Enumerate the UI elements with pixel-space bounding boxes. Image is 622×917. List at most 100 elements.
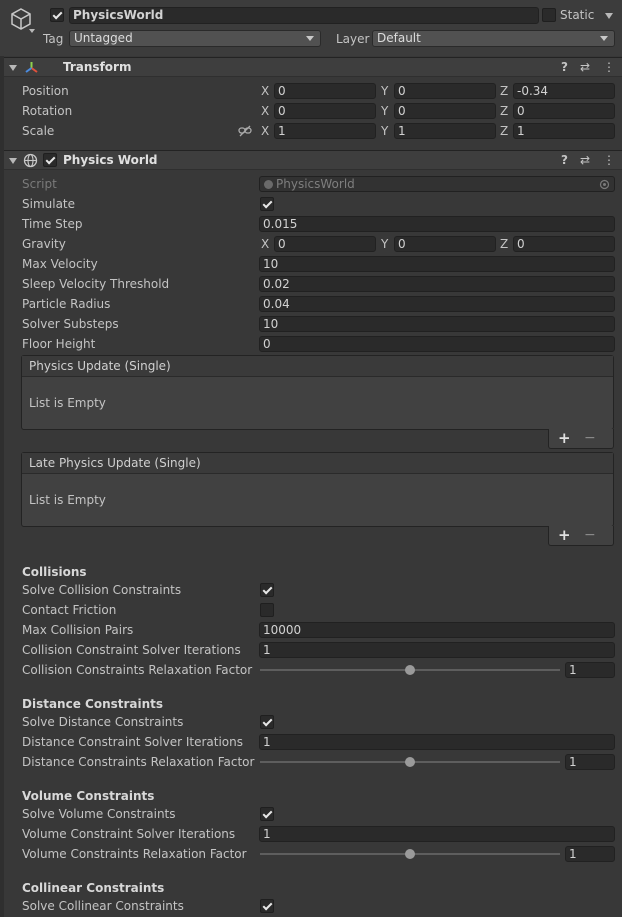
physics-world-header[interactable]: Physics World ? ⇄ ⋮ bbox=[0, 150, 622, 170]
add-button[interactable]: + bbox=[558, 526, 571, 544]
solve-collinear-label: Solve Collinear Constraints bbox=[22, 899, 184, 913]
context-menu-icon[interactable]: ⋮ bbox=[603, 60, 615, 74]
max-collision-pairs-field[interactable]: 10000 bbox=[259, 622, 615, 638]
collision-relaxation-field[interactable]: 1 bbox=[565, 662, 615, 678]
solve-distance-label: Solve Distance Constraints bbox=[22, 715, 184, 729]
component-enabled-toggle[interactable] bbox=[43, 153, 57, 167]
gravity-x-field[interactable]: 0 bbox=[274, 236, 376, 252]
solve-collinear-toggle[interactable] bbox=[260, 899, 274, 913]
event-title: Late Physics Update (Single) bbox=[22, 453, 613, 474]
gravity-y-field[interactable]: 0 bbox=[394, 236, 496, 252]
solve-collisions-toggle[interactable] bbox=[260, 583, 274, 597]
distance-relaxation-field[interactable]: 1 bbox=[565, 754, 615, 770]
static-label: Static bbox=[560, 8, 595, 22]
floor-height-field[interactable]: 0 bbox=[259, 336, 615, 352]
axis-y-label: Y bbox=[381, 84, 389, 98]
volume-section-title: Volume Constraints bbox=[22, 789, 155, 803]
simulate-toggle[interactable] bbox=[260, 197, 274, 211]
simulate-label: Simulate bbox=[22, 197, 76, 211]
distance-iterations-field[interactable]: 1 bbox=[259, 734, 615, 750]
position-y-field[interactable]: 0 bbox=[394, 83, 496, 99]
time-step-label: Time Step bbox=[22, 217, 83, 231]
physics-update-event: Physics Update (Single) List is Empty bbox=[21, 355, 614, 430]
max-collision-pairs-label: Max Collision Pairs bbox=[22, 623, 134, 637]
help-icon[interactable]: ? bbox=[561, 153, 568, 167]
volume-relaxation-thumb[interactable] bbox=[405, 849, 415, 859]
remove-button[interactable]: − bbox=[584, 429, 596, 447]
foldout-arrow-icon[interactable] bbox=[9, 158, 17, 164]
axis-z-label: Z bbox=[500, 124, 509, 138]
rotation-x-field[interactable]: 0 bbox=[274, 103, 376, 119]
add-button[interactable]: + bbox=[558, 429, 571, 447]
gravity-z-field[interactable]: 0 bbox=[513, 236, 615, 252]
solve-collisions-label: Solve Collision Constraints bbox=[22, 583, 182, 597]
physics-world-title: Physics World bbox=[63, 153, 158, 167]
axis-y-label: Y bbox=[381, 237, 389, 251]
gravity-label: Gravity bbox=[22, 237, 66, 251]
layer-dropdown[interactable]: Default bbox=[372, 30, 615, 47]
transform-title: Transform bbox=[63, 60, 132, 74]
particle-radius-field[interactable]: 0.04 bbox=[259, 296, 615, 312]
volume-iterations-label: Volume Constraint Solver Iterations bbox=[22, 827, 236, 841]
time-step-field[interactable]: 0.015 bbox=[259, 216, 615, 232]
context-menu-icon[interactable]: ⋮ bbox=[603, 153, 615, 167]
tag-dropdown[interactable]: Untagged bbox=[69, 30, 321, 47]
axis-z-label: Z bbox=[500, 84, 509, 98]
static-toggle[interactable] bbox=[542, 8, 556, 22]
tag-label: Tag bbox=[43, 32, 64, 46]
collision-iterations-label: Collision Constraint Solver Iterations bbox=[22, 643, 241, 657]
collision-relaxation-thumb[interactable] bbox=[405, 665, 415, 675]
distance-iterations-label: Distance Constraint Solver Iterations bbox=[22, 735, 243, 749]
collision-iterations-field[interactable]: 1 bbox=[259, 642, 615, 658]
layer-label: Layer bbox=[336, 32, 370, 46]
tag-value: Untagged bbox=[74, 31, 133, 45]
collision-relaxation-label: Collision Constraints Relaxation Factor bbox=[22, 663, 253, 677]
volume-relaxation-field[interactable]: 1 bbox=[565, 846, 615, 862]
presets-icon[interactable]: ⇄ bbox=[580, 153, 590, 167]
axis-z-label: Z bbox=[500, 237, 509, 251]
static-dropdown-arrow-icon[interactable] bbox=[605, 13, 613, 19]
constrain-proportions-link-icon[interactable] bbox=[238, 125, 252, 137]
active-toggle[interactable] bbox=[50, 8, 64, 22]
rotation-z-field[interactable]: 0 bbox=[513, 103, 615, 119]
presets-icon[interactable]: ⇄ bbox=[580, 60, 590, 74]
late-update-footer: + − bbox=[548, 526, 614, 546]
solve-distance-toggle[interactable] bbox=[260, 715, 274, 729]
rotation-y-field[interactable]: 0 bbox=[394, 103, 496, 119]
distance-relaxation-label: Distance Constraints Relaxation Factor bbox=[22, 755, 255, 769]
contact-friction-toggle[interactable] bbox=[260, 603, 274, 617]
list-empty-text: List is Empty bbox=[29, 396, 106, 410]
remove-button[interactable]: − bbox=[584, 526, 596, 544]
sleep-threshold-field[interactable]: 0.02 bbox=[259, 276, 615, 292]
scale-label: Scale bbox=[22, 124, 55, 138]
icon-dropdown-arrow-icon[interactable] bbox=[29, 29, 35, 33]
solve-volume-label: Solve Volume Constraints bbox=[22, 807, 176, 821]
distance-relaxation-thumb[interactable] bbox=[405, 757, 415, 767]
scale-z-field[interactable]: 1 bbox=[513, 123, 615, 139]
object-name-field[interactable]: PhysicsWorld bbox=[69, 7, 539, 24]
axis-x-label: X bbox=[261, 237, 270, 251]
position-label: Position bbox=[22, 84, 69, 98]
rotation-label: Rotation bbox=[22, 104, 73, 118]
volume-relaxation-label: Volume Constraints Relaxation Factor bbox=[22, 847, 247, 861]
position-x-field[interactable]: 0 bbox=[274, 83, 376, 99]
help-icon[interactable]: ? bbox=[561, 60, 568, 74]
axis-x-label: X bbox=[261, 104, 270, 118]
solve-volume-toggle[interactable] bbox=[260, 807, 274, 821]
floor-height-label: Floor Height bbox=[22, 337, 96, 351]
max-velocity-field[interactable]: 10 bbox=[259, 256, 615, 272]
scale-y-field[interactable]: 1 bbox=[394, 123, 496, 139]
solver-substeps-field[interactable]: 10 bbox=[259, 316, 615, 332]
script-value: PhysicsWorld bbox=[276, 177, 355, 191]
particle-radius-label: Particle Radius bbox=[22, 297, 111, 311]
scale-x-field[interactable]: 1 bbox=[274, 123, 376, 139]
chevron-down-icon bbox=[306, 36, 314, 41]
chevron-down-icon bbox=[600, 36, 608, 41]
position-z-field[interactable]: -0.34 bbox=[513, 83, 615, 99]
physics-update-footer: + − bbox=[548, 429, 614, 449]
transform-header[interactable]: Transform ? ⇄ ⋮ bbox=[0, 57, 622, 77]
foldout-arrow-icon[interactable] bbox=[9, 65, 17, 71]
object-picker-icon[interactable] bbox=[599, 179, 610, 190]
volume-iterations-field[interactable]: 1 bbox=[259, 826, 615, 842]
axis-x-label: X bbox=[261, 124, 270, 138]
